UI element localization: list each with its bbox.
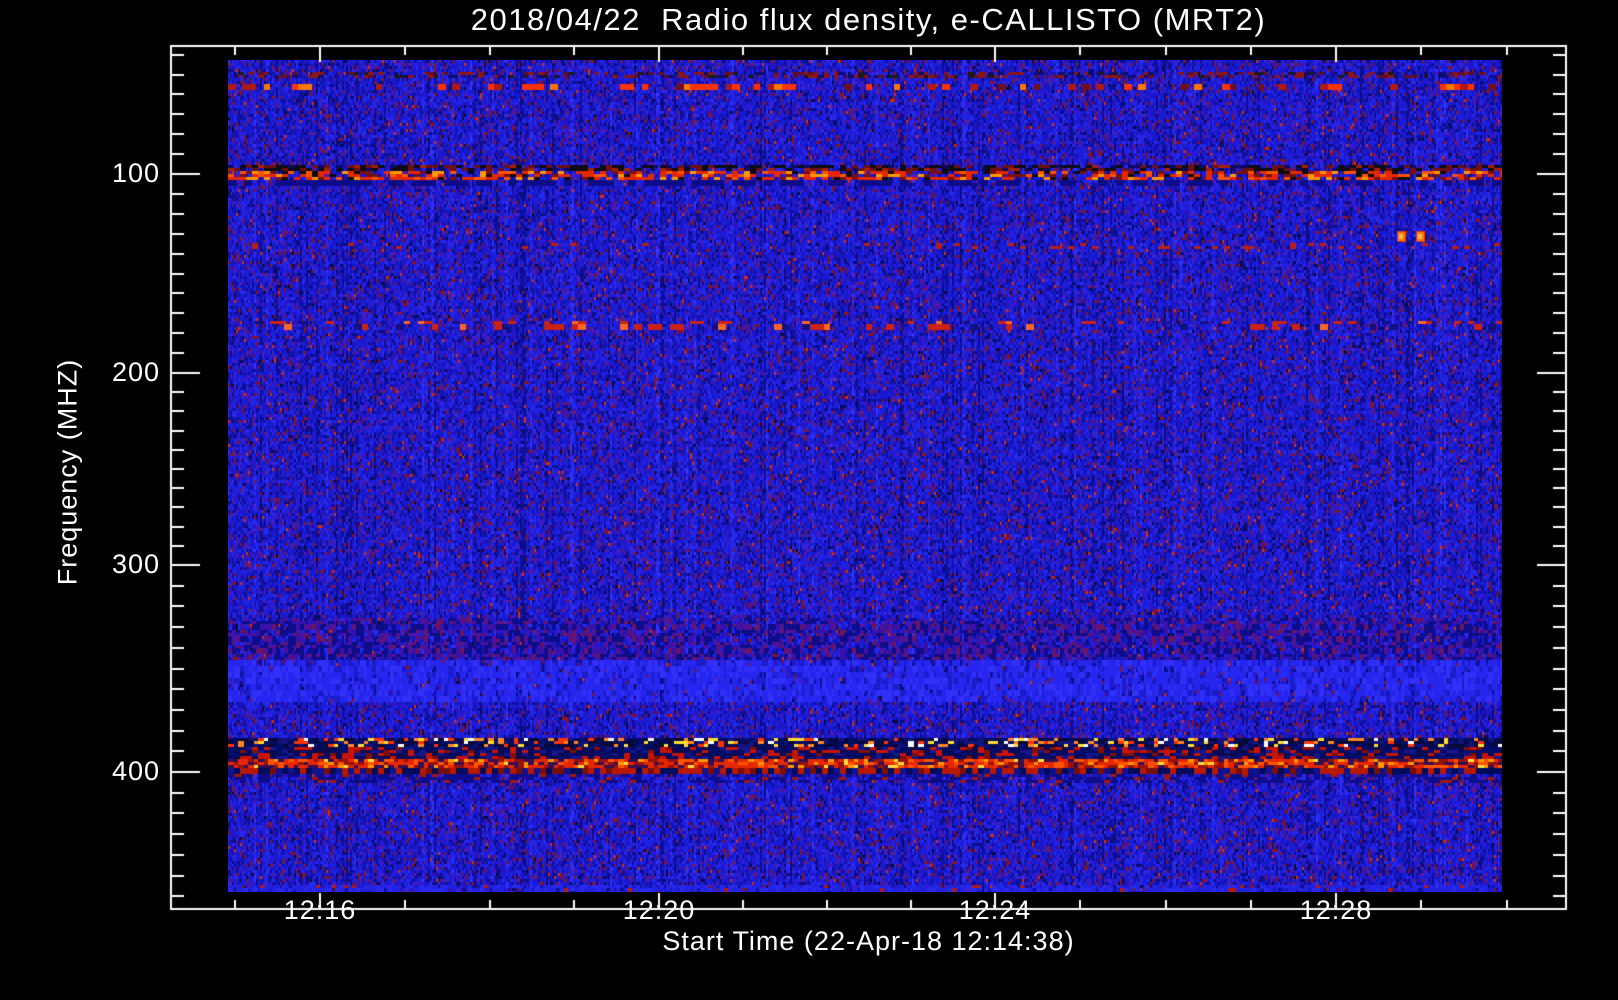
- y-tick-label-100: 100: [111, 158, 160, 188]
- callisto-spectrogram-screenshot: 2018/04/22 Radio flux density, e-CALLIST…: [0, 0, 1618, 1000]
- x-tick-label-1220: 12:20: [622, 895, 696, 925]
- x-tick-label-1228: 12:28: [1299, 895, 1373, 925]
- y-tick-label-400: 400: [111, 756, 160, 786]
- y-axis-label: Frequency (MHZ): [52, 358, 83, 586]
- x-axis-label: Start Time (22-Apr-18 12:14:38): [662, 926, 1075, 956]
- axes-frame-and-ticks: [0, 0, 1618, 1000]
- x-tick-label-1224: 12:24: [958, 895, 1032, 925]
- x-tick-label-1216: 12:16: [283, 895, 357, 925]
